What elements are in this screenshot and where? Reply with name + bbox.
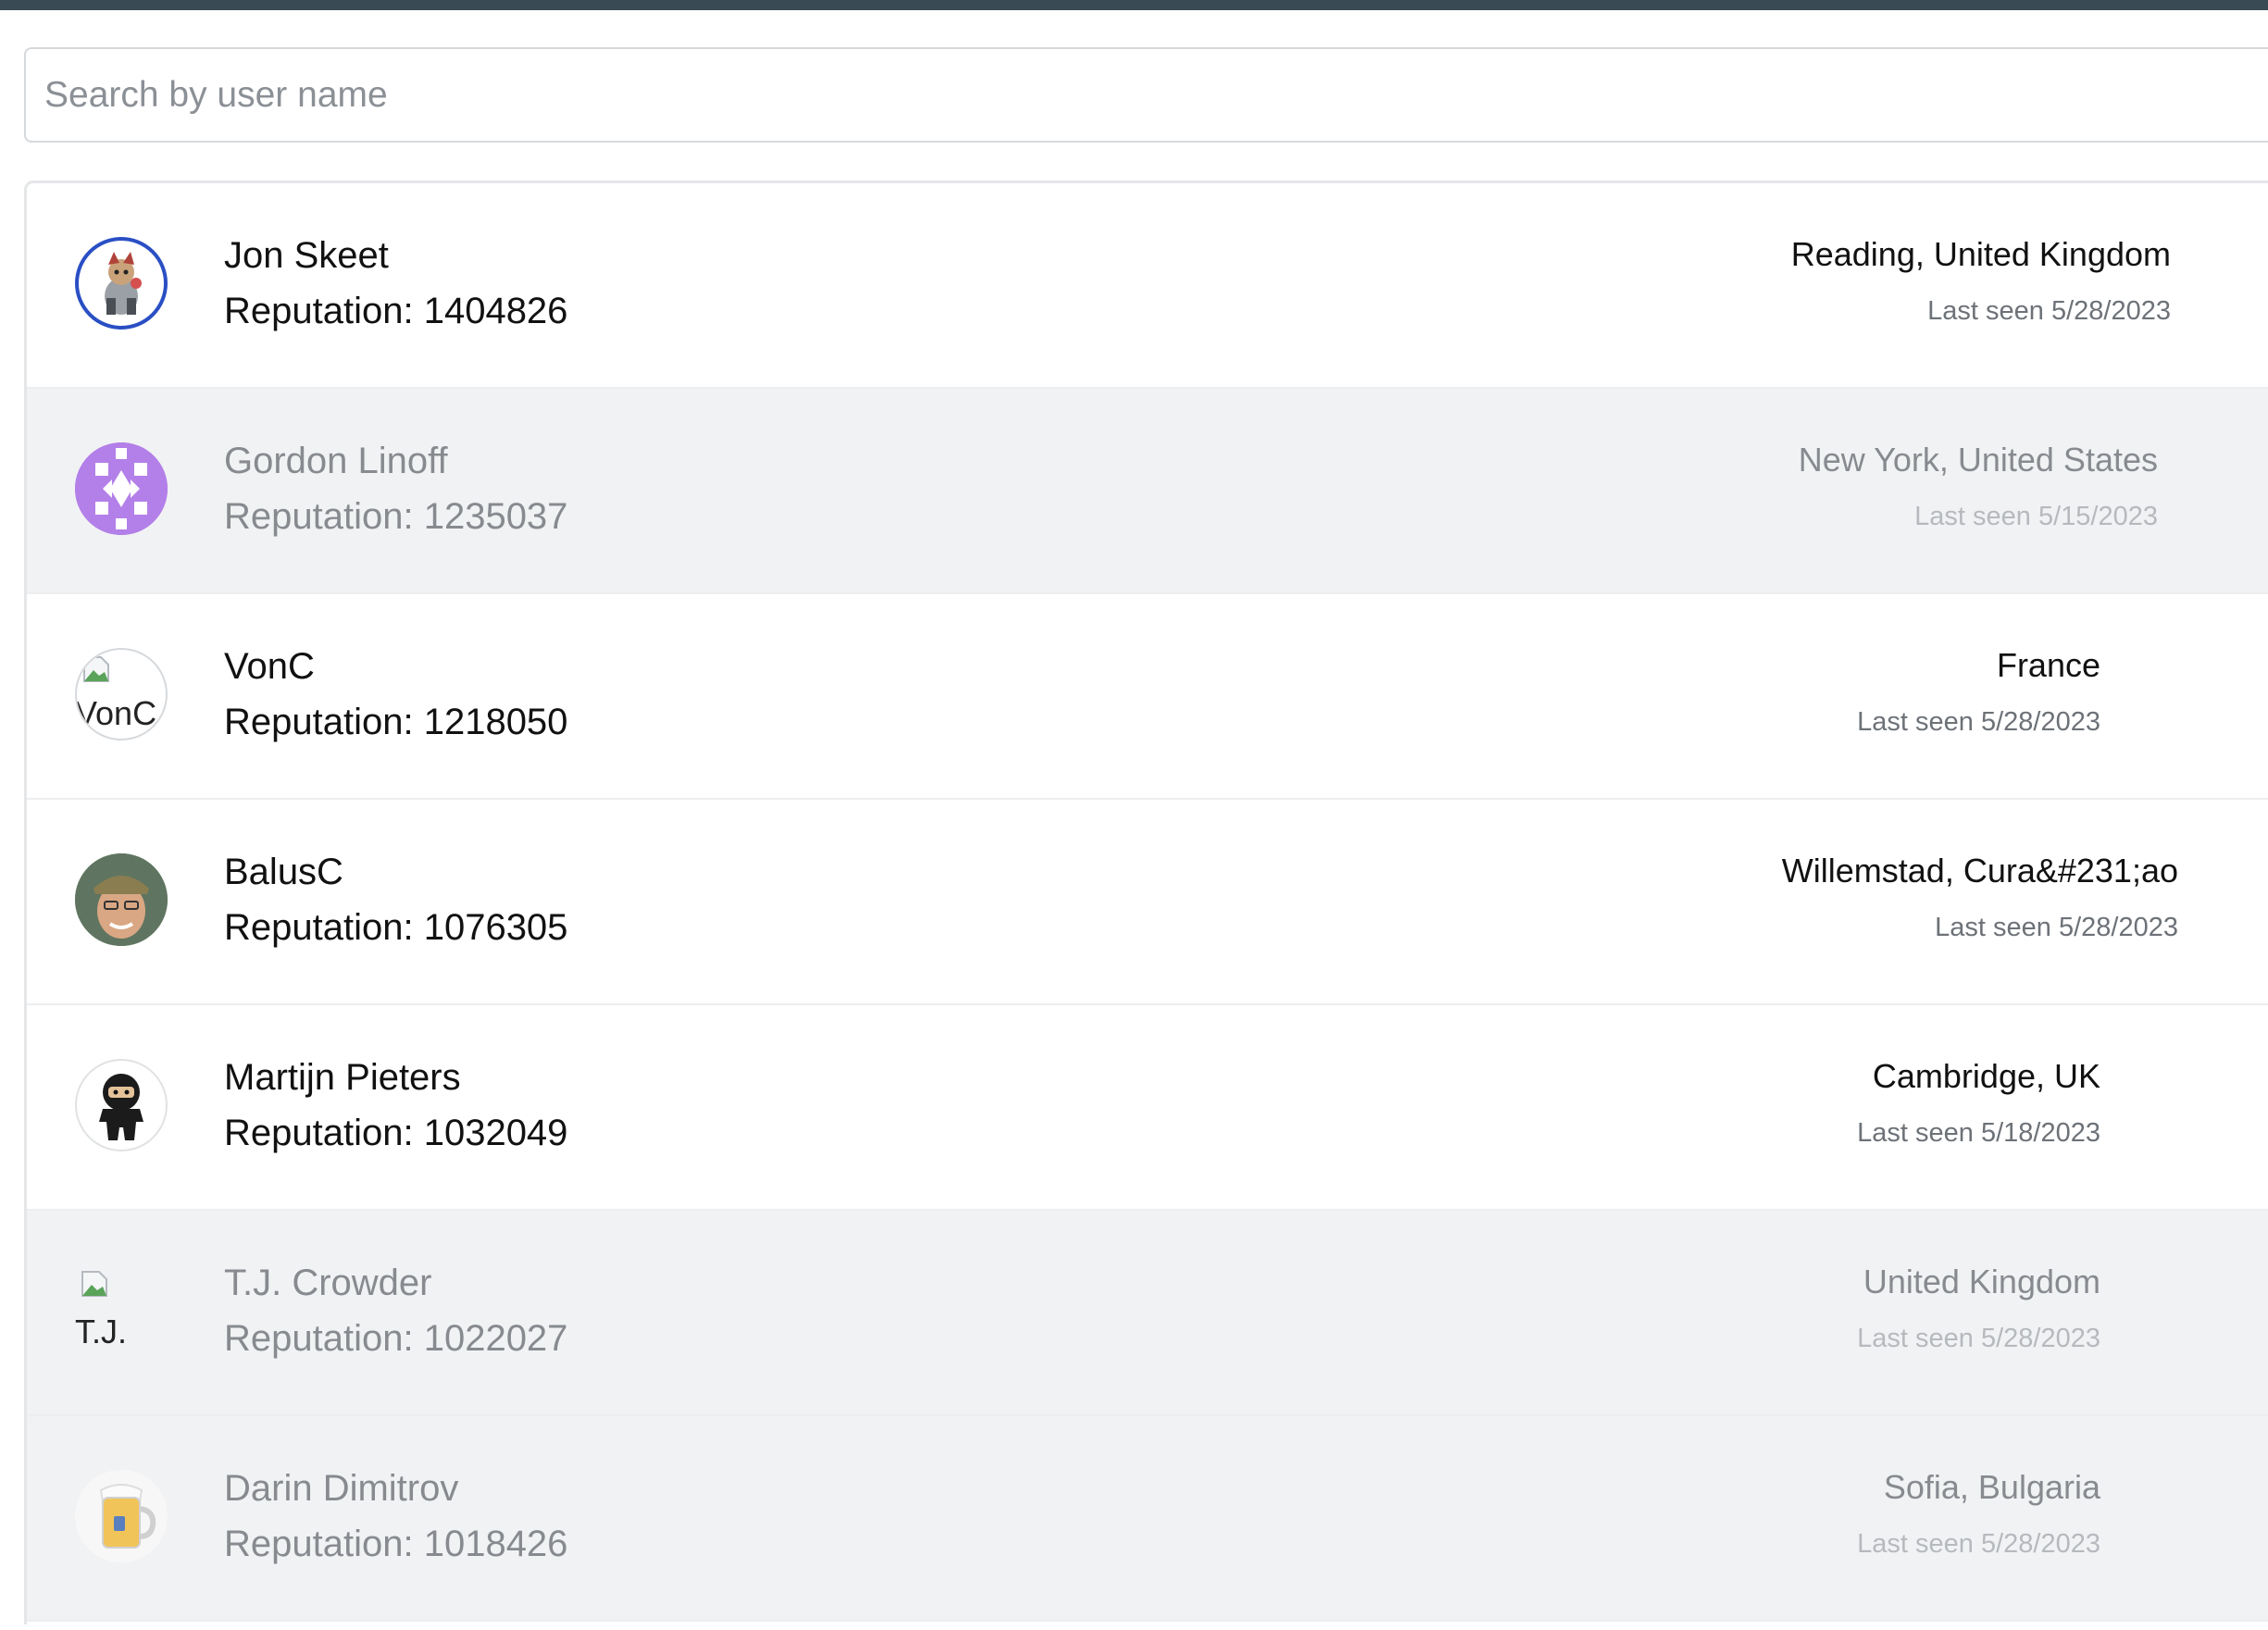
- user-reputation: Reputation: 1022027: [224, 1318, 568, 1359]
- avatar[interactable]: VonC: [75, 648, 168, 740]
- user-row[interactable]: BalusC Reputation: 1076305 Willemstad, C…: [27, 800, 2268, 1005]
- user-name[interactable]: T.J. Crowder: [224, 1263, 432, 1304]
- user-last-seen: Last seen 5/28/2023: [1927, 296, 2171, 326]
- user-location: Sofia, Bulgaria: [1883, 1468, 2100, 1506]
- user-reputation: Reputation: 1404826: [224, 291, 568, 331]
- user-name[interactable]: Darin Dimitrov: [224, 1468, 458, 1510]
- user-last-seen: Last seen 5/18/2023: [1857, 1118, 2100, 1148]
- user-last-seen: Last seen 5/28/2023: [1857, 1529, 2100, 1559]
- user-row[interactable]: Gordon Linoff Reputation: 1235037 New Yo…: [27, 389, 2268, 594]
- user-list: Jon Skeet Reputation: 1404826 Reading, U…: [24, 180, 2268, 1624]
- user-row[interactable]: Darin Dimitrov Reputation: 1018426 Sofia…: [27, 1416, 2268, 1622]
- user-row[interactable]: VonC VonC Reputation: 1218050 France Las…: [27, 594, 2268, 800]
- user-location: Reading, United Kingdom: [1790, 235, 2171, 273]
- user-name[interactable]: BalusC: [224, 852, 343, 893]
- top-bar: [0, 0, 2268, 10]
- broken-image-icon: [81, 1271, 107, 1297]
- user-name[interactable]: Jon Skeet: [224, 235, 389, 277]
- avatar[interactable]: [75, 442, 168, 535]
- user-last-seen: Last seen 5/28/2023: [1935, 913, 2178, 942]
- user-location: Cambridge, UK: [1872, 1057, 2100, 1095]
- search-input[interactable]: [44, 49, 2248, 141]
- search-box[interactable]: [24, 47, 2268, 143]
- avatar[interactable]: [75, 237, 168, 330]
- avatar[interactable]: T.J.: [75, 1264, 168, 1357]
- avatar-alt-text: T.J.: [75, 1313, 128, 1350]
- user-row[interactable]: T.J. T.J. Crowder Reputation: 1022027 Un…: [27, 1211, 2268, 1416]
- user-name[interactable]: Martijn Pieters: [224, 1057, 461, 1099]
- user-location: United Kingdom: [1863, 1263, 2100, 1300]
- user-reputation: Reputation: 1032049: [224, 1113, 568, 1153]
- user-row[interactable]: Jon Skeet Reputation: 1404826 Reading, U…: [27, 183, 2268, 389]
- user-reputation: Reputation: 1018426: [224, 1524, 568, 1564]
- user-location: New York, United States: [1798, 441, 2158, 479]
- user-name[interactable]: Gordon Linoff: [224, 441, 448, 482]
- user-location: France: [1996, 646, 2100, 684]
- avatar[interactable]: [75, 1470, 168, 1562]
- user-row[interactable]: Martijn Pieters Reputation: 1032049 Camb…: [27, 1005, 2268, 1211]
- user-last-seen: Last seen 5/28/2023: [1857, 1324, 2100, 1353]
- user-last-seen: Last seen 5/15/2023: [1914, 502, 2158, 531]
- avatar[interactable]: [75, 853, 168, 946]
- user-reputation: Reputation: 1235037: [224, 496, 568, 537]
- avatar[interactable]: [75, 1059, 168, 1151]
- avatar-alt-text: VonC: [75, 694, 157, 732]
- broken-image-icon: [83, 656, 109, 682]
- user-last-seen: Last seen 5/28/2023: [1857, 707, 2100, 737]
- user-name[interactable]: VonC: [224, 646, 315, 688]
- user-location: Willemstad, Cura&#231;ao: [1781, 852, 2178, 890]
- user-reputation: Reputation: 1218050: [224, 702, 568, 742]
- user-reputation: Reputation: 1076305: [224, 907, 568, 948]
